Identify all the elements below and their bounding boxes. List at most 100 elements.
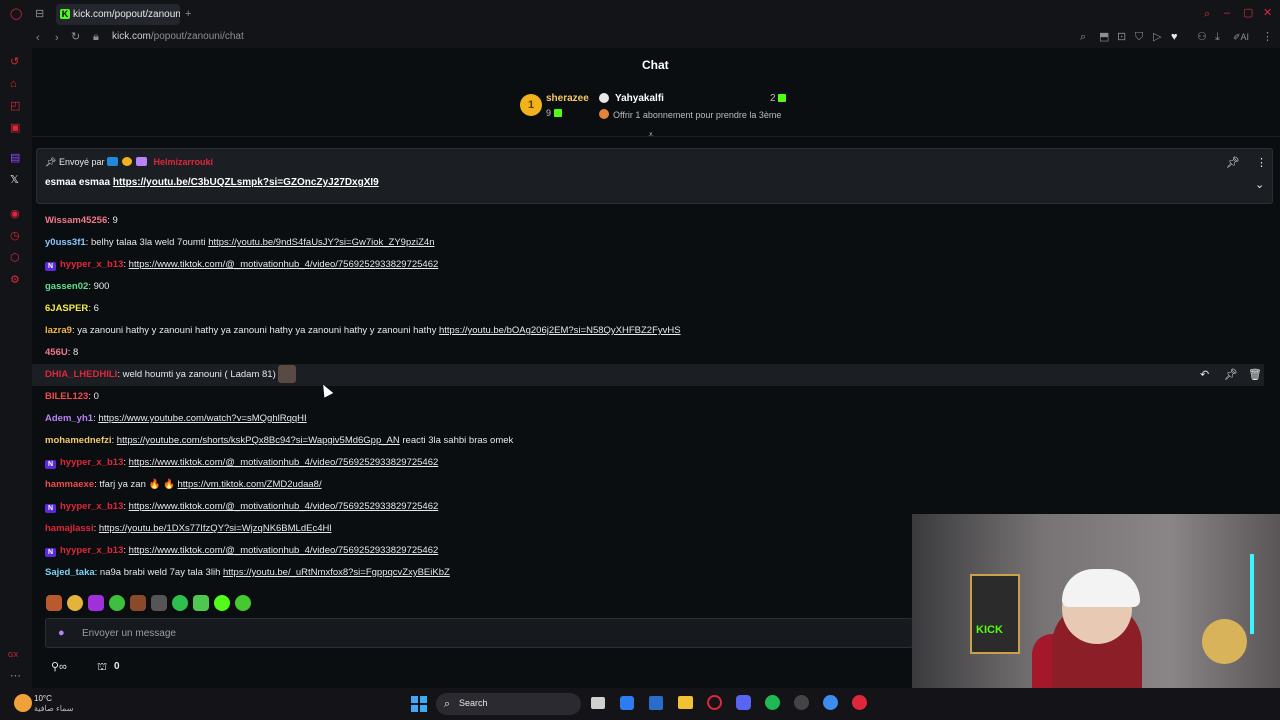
close-window-icon[interactable]: ✕ [1263,7,1272,19]
chat-link[interactable]: https://www.tiktok.com/@_motivationhub_4… [129,259,439,270]
emote-icon[interactable] [235,595,251,611]
maximize-icon[interactable]: ▢ [1243,7,1253,19]
sidebar-item-game-icon[interactable]: ◰ [10,100,20,112]
sidebar-item-twitch-icon[interactable]: ▤ [10,152,20,164]
ai-icon[interactable]: ✐AI [1233,31,1249,43]
emote-icon[interactable] [46,595,62,611]
profile-icon[interactable]: ⚇ [1197,31,1207,43]
zoom-icon[interactable]: ⌕ [1080,31,1086,43]
emote-icon[interactable] [151,595,167,611]
chat-username: hamajlassi [45,523,94,534]
sidebar-item-x-icon[interactable]: 𝕏 [10,174,19,186]
unpin-icon[interactable]: 📌︎ [1226,157,1240,169]
chat-username: hyyper_x_b13 [60,545,124,556]
leaderboard-first-name[interactable]: sherazee [546,93,589,104]
opera-gx-taskbar-icon[interactable] [707,695,722,710]
emote-icon[interactable] [214,595,230,611]
emote-icon[interactable] [109,595,125,611]
sidebar-item-recent-icon[interactable]: ↺ [10,56,19,68]
sidebar-item-bag-icon[interactable]: ⌂ [10,78,17,90]
pin-message-icon[interactable]: 📌︎ [1224,369,1238,381]
lock-icon: 🔒︎ [93,31,99,43]
reply-icon[interactable]: ↶ [1200,369,1209,381]
sidebar-item-history-icon[interactable]: ◷ [10,230,20,242]
chat-message: gassen02: 900 [45,281,110,292]
microphone-icon[interactable]: ● [58,627,65,639]
sidebar-gx-icon[interactable]: GX [8,650,18,662]
user-badge-icon: N [45,548,56,557]
store-icon[interactable]: ⛫ [97,661,107,673]
chat-message: lazra9: ya zanouni hathy y zanouni hathy… [45,325,681,336]
points-icon[interactable]: ⚲∞ [51,661,67,673]
chat-message: 456U: 8 [45,347,79,358]
leaderboard-second-name[interactable]: Yahyakalfi [615,93,664,104]
active-tab[interactable]: K kick.com/popout/zanouni/ [56,4,180,25]
back-icon[interactable]: ‹ [36,32,40,44]
sidebar-item-extensions-icon[interactable]: ⬡ [10,252,20,264]
chat-link[interactable]: https://youtu.be/9ndS4faUsJY?si=Gw7iok_Z… [208,237,434,248]
app-icon[interactable] [794,695,809,710]
bookmark-icon[interactable]: ⬒ [1099,31,1109,43]
heart-icon[interactable]: ♥ [1171,31,1178,43]
emote-icon[interactable] [193,595,209,611]
new-tab-icon[interactable]: + [185,8,191,20]
store-app-icon[interactable] [649,696,663,710]
task-view-icon[interactable] [591,697,605,709]
weather-icon[interactable] [14,694,32,712]
chat-link[interactable]: https://youtube.com/shorts/kskPQx8Bc94?s… [117,435,400,446]
chat-link[interactable]: https://youtu.be/bOAg206j2EM?si=N58QyXHF… [439,325,681,336]
windows-start-icon[interactable] [411,696,427,712]
minimize-icon[interactable]: – [1224,7,1230,19]
delete-message-icon[interactable]: 🗑︎ [1248,369,1262,381]
copilot-icon[interactable] [620,696,634,710]
pinned-sender[interactable]: Helmizarrouki [154,157,214,167]
emote-icon[interactable] [130,595,146,611]
sub-badge-icon [136,157,147,166]
pinned-sent-by-label: Envoyé par [58,157,105,167]
pinned-message: 📌︎ Envoyé par Helmizarrouki esmaa esmaa … [36,148,1273,204]
chat-link[interactable]: https://youtu.be/1DXs77IfzQY?si=WjzqNK6B… [99,523,332,534]
chat-link[interactable]: https://vm.tiktok.com/ZMD2udaa8/ [177,479,321,490]
chat-username: mohamednefzi [45,435,112,446]
chat-link[interactable]: https://www.tiktok.com/@_motivationhub_4… [129,457,439,468]
chrome-icon[interactable] [823,695,838,710]
browser-menu-icon[interactable]: ⋮ [1262,31,1273,43]
sidebar-item-media-icon[interactable]: ▣ [10,122,20,134]
pinned-link[interactable]: https://youtu.be/C3bUQZLsmpk?si=GZOncZyJ… [113,177,379,188]
chat-username: hyyper_x_b13 [60,259,124,270]
url-field[interactable]: kick.com/popout/zanouni/chat [112,31,244,42]
chat-link[interactable]: https://www.tiktok.com/@_motivationhub_4… [129,501,439,512]
chat-link[interactable]: https://www.youtube.com/watch?v=sMQghlRq… [98,413,306,424]
divider [32,136,1280,137]
chat-link[interactable]: https://youtu.be/_uRtNmxfox8?si=FgppqcvZ… [223,567,450,578]
opera-logo-icon[interactable]: ◯ [10,8,22,20]
emote-icon[interactable] [88,595,104,611]
chat-message-hovered[interactable]: DHIA_LHEDHILI: weld houmti ya zanouni ( … [32,364,1264,386]
pinned-more-icon[interactable]: ⋮ [1256,157,1267,169]
spotify-icon[interactable] [765,695,780,710]
snapshot-icon[interactable]: ⊡ [1117,31,1126,43]
taskbar-search[interactable]: ⌕ Search [436,693,581,715]
tab-menu-icon[interactable]: ⊟ [35,8,44,20]
sidebar-item-settings-icon[interactable]: ⚙ [10,274,20,286]
kick-sign: KICK [976,624,1003,636]
rank-3-medal-icon [599,109,609,119]
download-icon[interactable]: ⤓ [1215,31,1220,43]
discord-icon[interactable] [736,695,751,710]
forward-icon[interactable]: › [55,32,59,44]
play-icon[interactable]: ▷ [1153,31,1161,43]
windows-taskbar: 10°C سماء صافية ⌕ Search [0,688,1280,720]
sidebar-item-player-icon[interactable]: ◉ [10,208,20,220]
expand-pinned-icon[interactable]: ⌄ [1255,179,1264,191]
chat-link[interactable]: https://www.tiktok.com/@_motivationhub_4… [129,545,439,556]
emote-icon[interactable] [67,595,83,611]
reload-icon[interactable]: ↻ [71,31,80,43]
emote-icon[interactable] [172,595,188,611]
shield-icon[interactable]: ⛉ [1135,31,1143,43]
sidebar-more-icon[interactable]: ⋯ [10,670,21,682]
message-input[interactable]: ● Envoyer un message [45,618,913,648]
search-tabs-icon[interactable]: ⌕ [1204,8,1210,20]
chat-username: 6JASPER [45,303,89,314]
app-icon[interactable] [852,695,867,710]
file-explorer-icon[interactable] [678,696,693,709]
